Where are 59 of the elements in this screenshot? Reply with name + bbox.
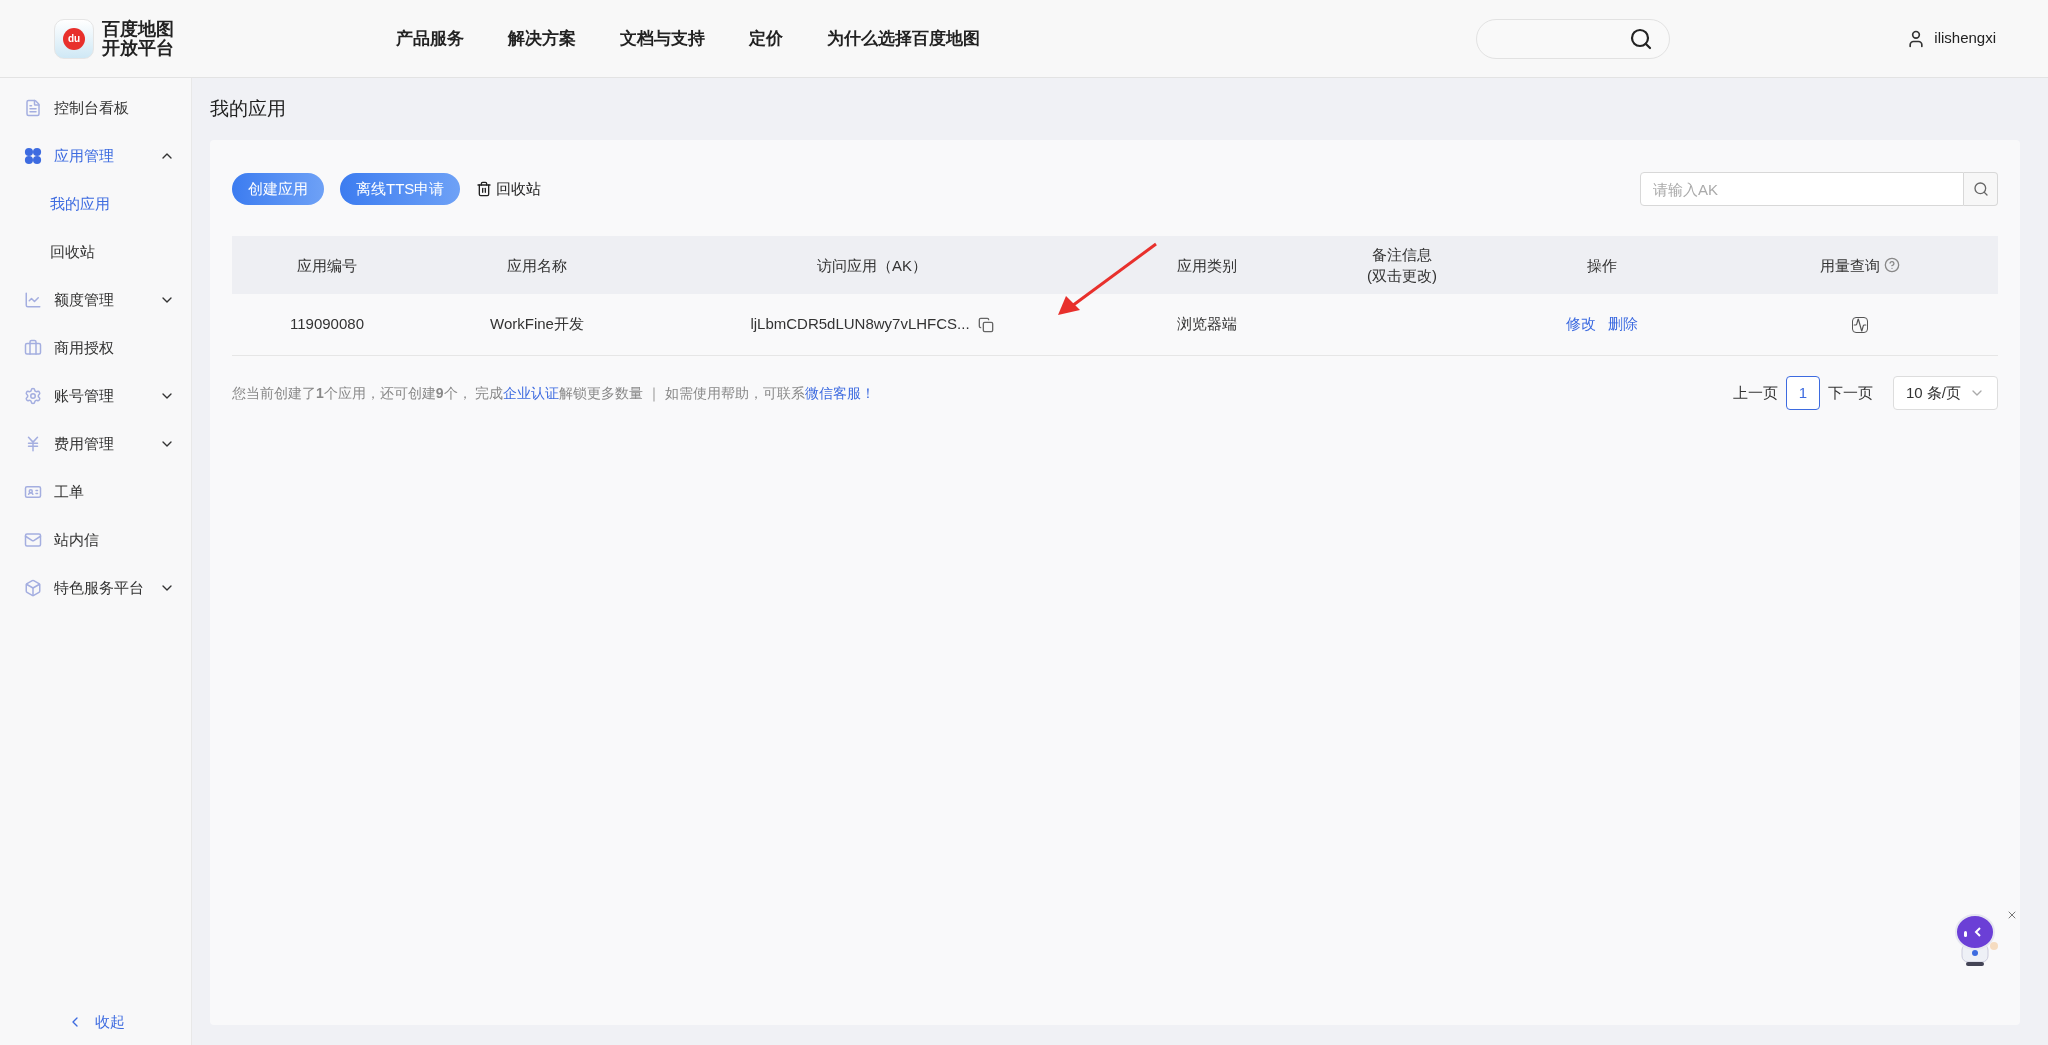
sidebar-item[interactable]: 控制台看板 [0, 84, 191, 132]
search-field[interactable] [1476, 18, 1670, 59]
sidebar-item[interactable]: 特色服务平台 [0, 564, 191, 612]
usage-notice: 您当前创建了1个应用，还可创建9个， 完成企业认证解锁更多数量 ｜ 如需使用帮助，可联系微信客服！ [232, 383, 876, 404]
column-header: 应用编号 [297, 255, 357, 276]
sidebar-item[interactable]: 费用管理 [0, 420, 191, 468]
search-button[interactable] [1964, 172, 1998, 206]
sidebar-item[interactable]: 商用授权 [0, 324, 191, 372]
column-header: 应用类别 [1177, 255, 1237, 276]
sidebar-subitem[interactable]: 回收站 [0, 228, 191, 276]
settings-icon [24, 387, 42, 405]
prev-page-link[interactable]: 上一页 [1732, 381, 1778, 405]
notice-link[interactable]: 企业认证 [503, 384, 560, 401]
sidebar-item[interactable]: 站内信 [0, 516, 191, 564]
page-title: 我的应用 [210, 96, 287, 121]
column-header: 备注信息 (双击更改) [1367, 245, 1437, 286]
nav-link[interactable]: 定价 [749, 25, 783, 52]
search-icon [1972, 181, 1989, 197]
column-header: 操作 [1587, 255, 1617, 276]
table-cell-text: 浏览器端 [1177, 314, 1237, 335]
recycle-bin-button[interactable]: 回收站 [476, 177, 542, 201]
id-card-icon [24, 483, 42, 501]
sidebar-item[interactable]: 账号管理 [0, 372, 191, 420]
grid-icon [24, 147, 42, 165]
briefcase-icon [24, 339, 42, 357]
column-header: 应用名称 [507, 255, 567, 276]
copy-icon[interactable] [977, 316, 994, 333]
table-cell-text: WorkFine开发 [490, 314, 584, 335]
nav-link[interactable]: 解决方案 [508, 25, 576, 52]
chart-icon [24, 291, 42, 309]
nav-link[interactable]: 文档与支持 [620, 25, 705, 52]
table-cell-text: ljLbmCDR5dLUN8wy7vLHFCS... [750, 314, 970, 335]
next-page-link[interactable]: 下一页 [1827, 381, 1873, 405]
column-header: 访问应用（AK） [817, 255, 927, 276]
document-icon [24, 99, 42, 117]
sidebar-subitem[interactable]: 我的应用 [0, 180, 191, 228]
username[interactable]: ilishengxi [1934, 27, 1996, 50]
sidebar-item[interactable]: 应用管理 [0, 132, 191, 180]
close-icon[interactable] [2006, 909, 2018, 921]
action-link[interactable]: 修改 [1566, 313, 1596, 336]
notice-link[interactable]: 微信客服！ [805, 384, 876, 401]
mail-icon [24, 531, 42, 549]
sidebar-item[interactable]: 工单 [0, 468, 191, 516]
sidebar-item[interactable]: 额度管理 [0, 276, 191, 324]
nav-link[interactable]: 为什么选择百度地图 [827, 25, 980, 52]
logo-text: 百度地图 开放平台 [102, 19, 174, 58]
nav-link[interactable]: 产品服务 [396, 25, 464, 52]
page-size-select[interactable]: 10 条/页 [1892, 376, 1998, 410]
column-header: 用量查询 [1820, 255, 1880, 276]
logo-icon: du [54, 18, 94, 59]
ak-search-field[interactable]: 请输入AK [1640, 172, 1964, 206]
trash-icon [476, 181, 493, 197]
search-icon [1629, 26, 1653, 51]
action-link[interactable]: 删除 [1608, 313, 1638, 336]
collapse-button[interactable]: 收起 [0, 1010, 191, 1033]
table-cell-text: 119090080 [290, 314, 364, 335]
page-number[interactable]: 1 [1785, 376, 1820, 410]
usage-chart-icon[interactable] [1852, 316, 1868, 333]
cube-icon [24, 579, 42, 597]
